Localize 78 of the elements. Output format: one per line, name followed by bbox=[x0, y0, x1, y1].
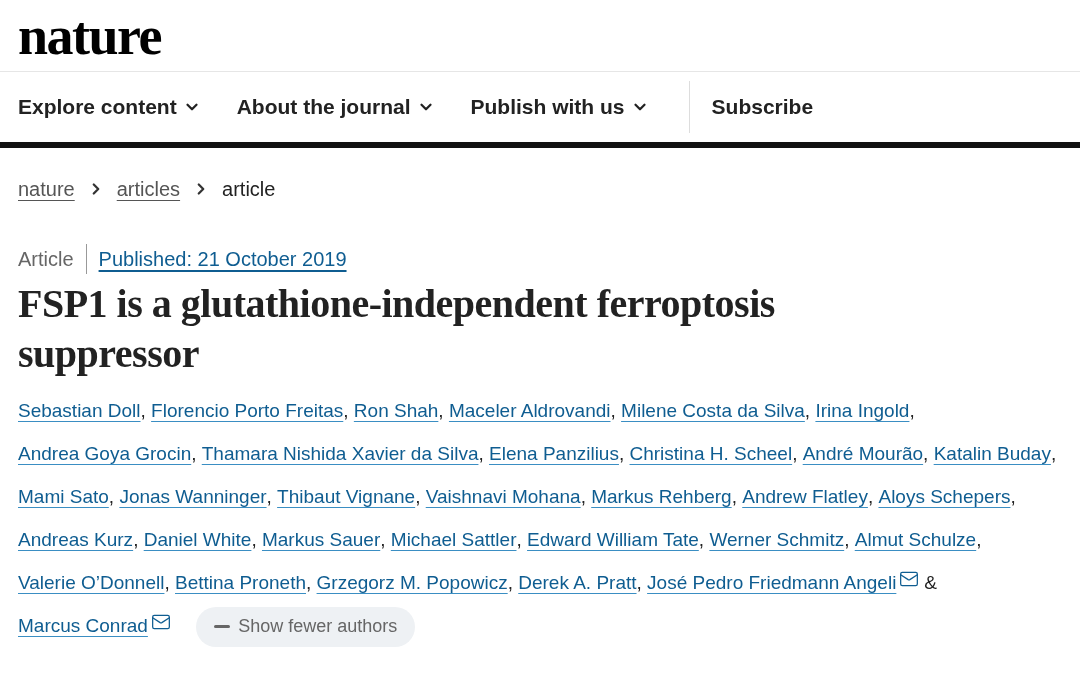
author-link[interactable]: Christina H. Scheel bbox=[629, 443, 793, 464]
breadcrumb-current: article bbox=[222, 177, 276, 202]
author-separator: , bbox=[343, 400, 349, 421]
author-separator: , bbox=[1010, 486, 1016, 507]
author-link[interactable]: André Mourão bbox=[802, 443, 924, 464]
author-separator: , bbox=[867, 486, 874, 507]
author-link[interactable]: Edward William Tate bbox=[527, 529, 699, 550]
author-separator: , bbox=[1050, 443, 1057, 464]
author-link[interactable]: Marcus Conrad bbox=[18, 615, 148, 636]
author-link[interactable]: Milene Costa da Silva bbox=[621, 400, 805, 421]
author-link[interactable]: Thamara Nishida Xavier da Silva bbox=[201, 443, 479, 464]
nav-menu-item[interactable]: Subscribe bbox=[711, 91, 814, 123]
author-separator: , bbox=[804, 400, 811, 421]
author-link[interactable]: Maceler Aldrovandi bbox=[448, 400, 611, 421]
article-title: FSP1 is a glutathione-independent ferroptosis suppressor bbox=[17, 280, 776, 378]
author-separator: , bbox=[415, 486, 421, 507]
author-link[interactable]: Vaishnavi Mohana bbox=[425, 486, 581, 507]
author-separator: , bbox=[923, 443, 929, 464]
minus-icon bbox=[214, 625, 231, 629]
author-separator: , bbox=[909, 400, 915, 421]
author-separator: , bbox=[636, 572, 642, 593]
author-separator: , bbox=[191, 443, 197, 464]
breadcrumb-link[interactable]: nature bbox=[18, 174, 75, 204]
author-link[interactable]: Andrew Flatley bbox=[742, 486, 868, 507]
author-link[interactable]: Irina Ingold bbox=[815, 400, 910, 421]
author-separator: , bbox=[251, 529, 257, 550]
author-link[interactable]: Michael Sattler bbox=[390, 529, 517, 550]
email-icon[interactable] bbox=[899, 569, 920, 589]
published-date-link[interactable]: Published: 21 October 2019 bbox=[98, 244, 347, 274]
author-link[interactable]: Derek A. Pratt bbox=[518, 572, 637, 593]
author-separator: , bbox=[610, 400, 616, 421]
author-separator: , bbox=[507, 572, 513, 593]
author-separator: , bbox=[698, 529, 705, 550]
author-link[interactable]: Thibaut Vignane bbox=[277, 486, 416, 507]
author-separator: , bbox=[580, 486, 586, 507]
author-link[interactable]: José Pedro Friedmann Angeli bbox=[647, 572, 897, 593]
author-separator: , bbox=[438, 400, 444, 421]
author-link[interactable]: Katalin Buday bbox=[933, 443, 1051, 464]
nav-menu-item[interactable]: Explore content bbox=[18, 91, 201, 123]
author-link[interactable]: Valerie O’Donnell bbox=[18, 572, 165, 593]
author-link[interactable]: Elena Panzilius bbox=[489, 443, 619, 464]
author-separator: & bbox=[924, 572, 938, 593]
author-link[interactable]: Werner Schmitz bbox=[709, 529, 845, 550]
author-link[interactable]: Ron Shah bbox=[353, 400, 439, 421]
author-separator: , bbox=[306, 572, 312, 593]
author-link[interactable]: Daniel White bbox=[143, 529, 252, 550]
nav-menu-item[interactable]: About the journal bbox=[236, 91, 435, 123]
author-link[interactable]: Markus Sauer bbox=[261, 529, 381, 550]
author-link[interactable]: Florencio Porto Freitas bbox=[151, 400, 344, 421]
author-separator: , bbox=[478, 443, 484, 464]
author-separator: , bbox=[792, 443, 798, 464]
author-separator: , bbox=[380, 529, 386, 550]
author-separator: , bbox=[976, 529, 982, 550]
author-link[interactable]: Markus Rehberg bbox=[591, 486, 732, 507]
author-separator: , bbox=[516, 529, 522, 550]
author-separator: , bbox=[108, 486, 115, 507]
show-fewer-authors-button[interactable]: Show fewer authors bbox=[196, 607, 416, 647]
author-separator: , bbox=[133, 529, 139, 550]
author-link[interactable]: Aloys Schepers bbox=[878, 486, 1011, 507]
author-link[interactable]: Grzegorz M. Popowicz bbox=[316, 572, 508, 593]
site-logo[interactable]: nature bbox=[18, 8, 161, 63]
article-type: Article bbox=[18, 244, 87, 274]
author-separator: , bbox=[266, 486, 272, 507]
author-link[interactable]: Mami Sato bbox=[18, 486, 109, 507]
author-link[interactable]: Andreas Kurz bbox=[18, 529, 134, 550]
author-link[interactable]: Almut Schulze bbox=[854, 529, 977, 550]
author-link[interactable]: Sebastian Doll bbox=[18, 400, 141, 421]
author-separator: , bbox=[618, 443, 625, 464]
author-link[interactable]: Bettina Proneth bbox=[175, 572, 306, 593]
email-icon[interactable] bbox=[150, 612, 171, 632]
author-separator: , bbox=[140, 400, 146, 421]
author-link[interactable]: Jonas Wanninger bbox=[119, 486, 267, 507]
author-separator: , bbox=[844, 529, 850, 550]
author-separator: , bbox=[731, 486, 737, 507]
breadcrumb-link[interactable]: articles bbox=[116, 174, 181, 204]
author-link[interactable]: Andrea Goya Grocin bbox=[18, 443, 192, 464]
author-separator: , bbox=[164, 572, 170, 593]
nav-menu-item[interactable]: Publish with us bbox=[470, 91, 649, 123]
